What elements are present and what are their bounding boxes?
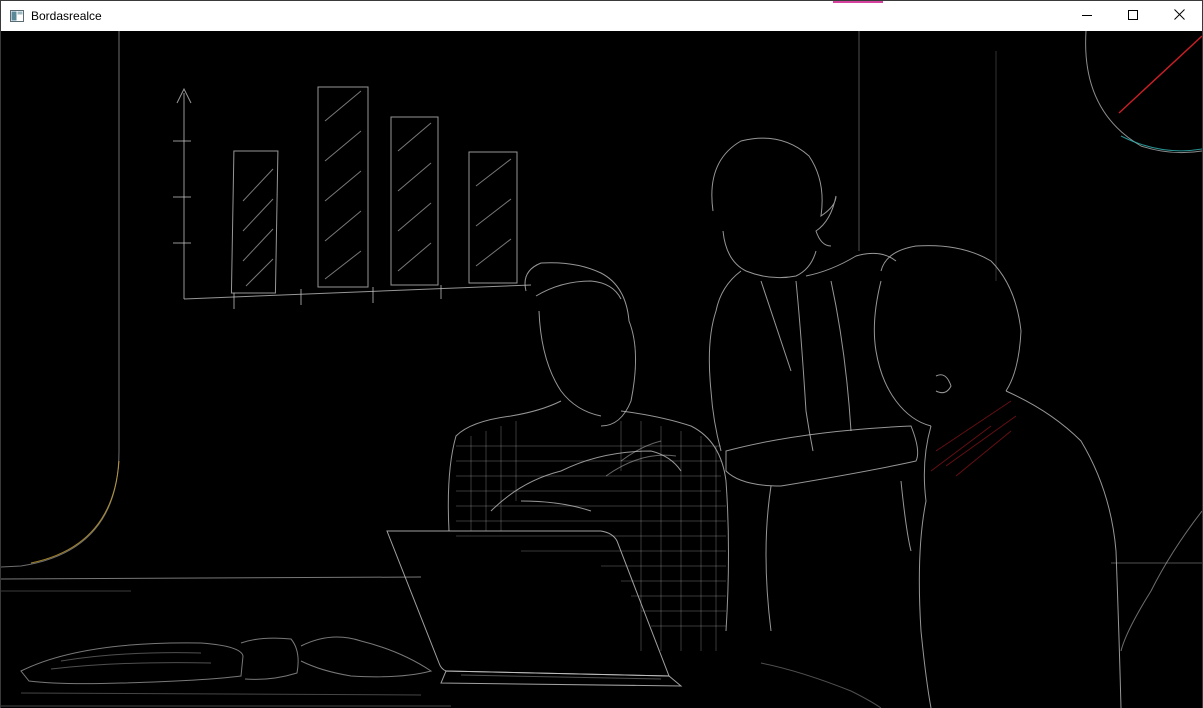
right-man-outline bbox=[873, 245, 1122, 708]
table-edge-line bbox=[1, 576, 422, 580]
maximize-icon bbox=[1128, 7, 1138, 25]
window-title: Bordasrealce bbox=[31, 9, 102, 23]
app-window-icon bbox=[9, 8, 25, 24]
plaid-shirt-texture bbox=[456, 421, 726, 651]
close-icon bbox=[1173, 7, 1185, 25]
wall-panel-edge bbox=[1, 31, 120, 568]
table-item-right bbox=[760, 662, 882, 708]
edge-image-svg bbox=[1, 31, 1202, 708]
table-items-outline bbox=[1, 636, 451, 707]
whiteboard-bar-sketch bbox=[173, 86, 532, 309]
minimize-icon bbox=[1082, 7, 1092, 25]
title-bar[interactable]: Bordasrealce bbox=[1, 1, 1202, 31]
minimize-button[interactable] bbox=[1064, 1, 1110, 31]
wall-clock-edge bbox=[1085, 31, 1202, 154]
seated-man-outline bbox=[447, 262, 729, 632]
window-controls bbox=[1064, 1, 1202, 31]
close-button[interactable] bbox=[1156, 1, 1202, 31]
app-window: Bordasrealce bbox=[0, 0, 1203, 708]
laptop-outline bbox=[386, 530, 683, 687]
chair-edge bbox=[1120, 510, 1202, 652]
red-collar-texture bbox=[930, 400, 1017, 477]
edge-detected-image bbox=[1, 31, 1202, 708]
wall-panel-edge-warm bbox=[30, 460, 120, 564]
maximize-button[interactable] bbox=[1110, 1, 1156, 31]
title-accent-strip bbox=[833, 1, 883, 3]
